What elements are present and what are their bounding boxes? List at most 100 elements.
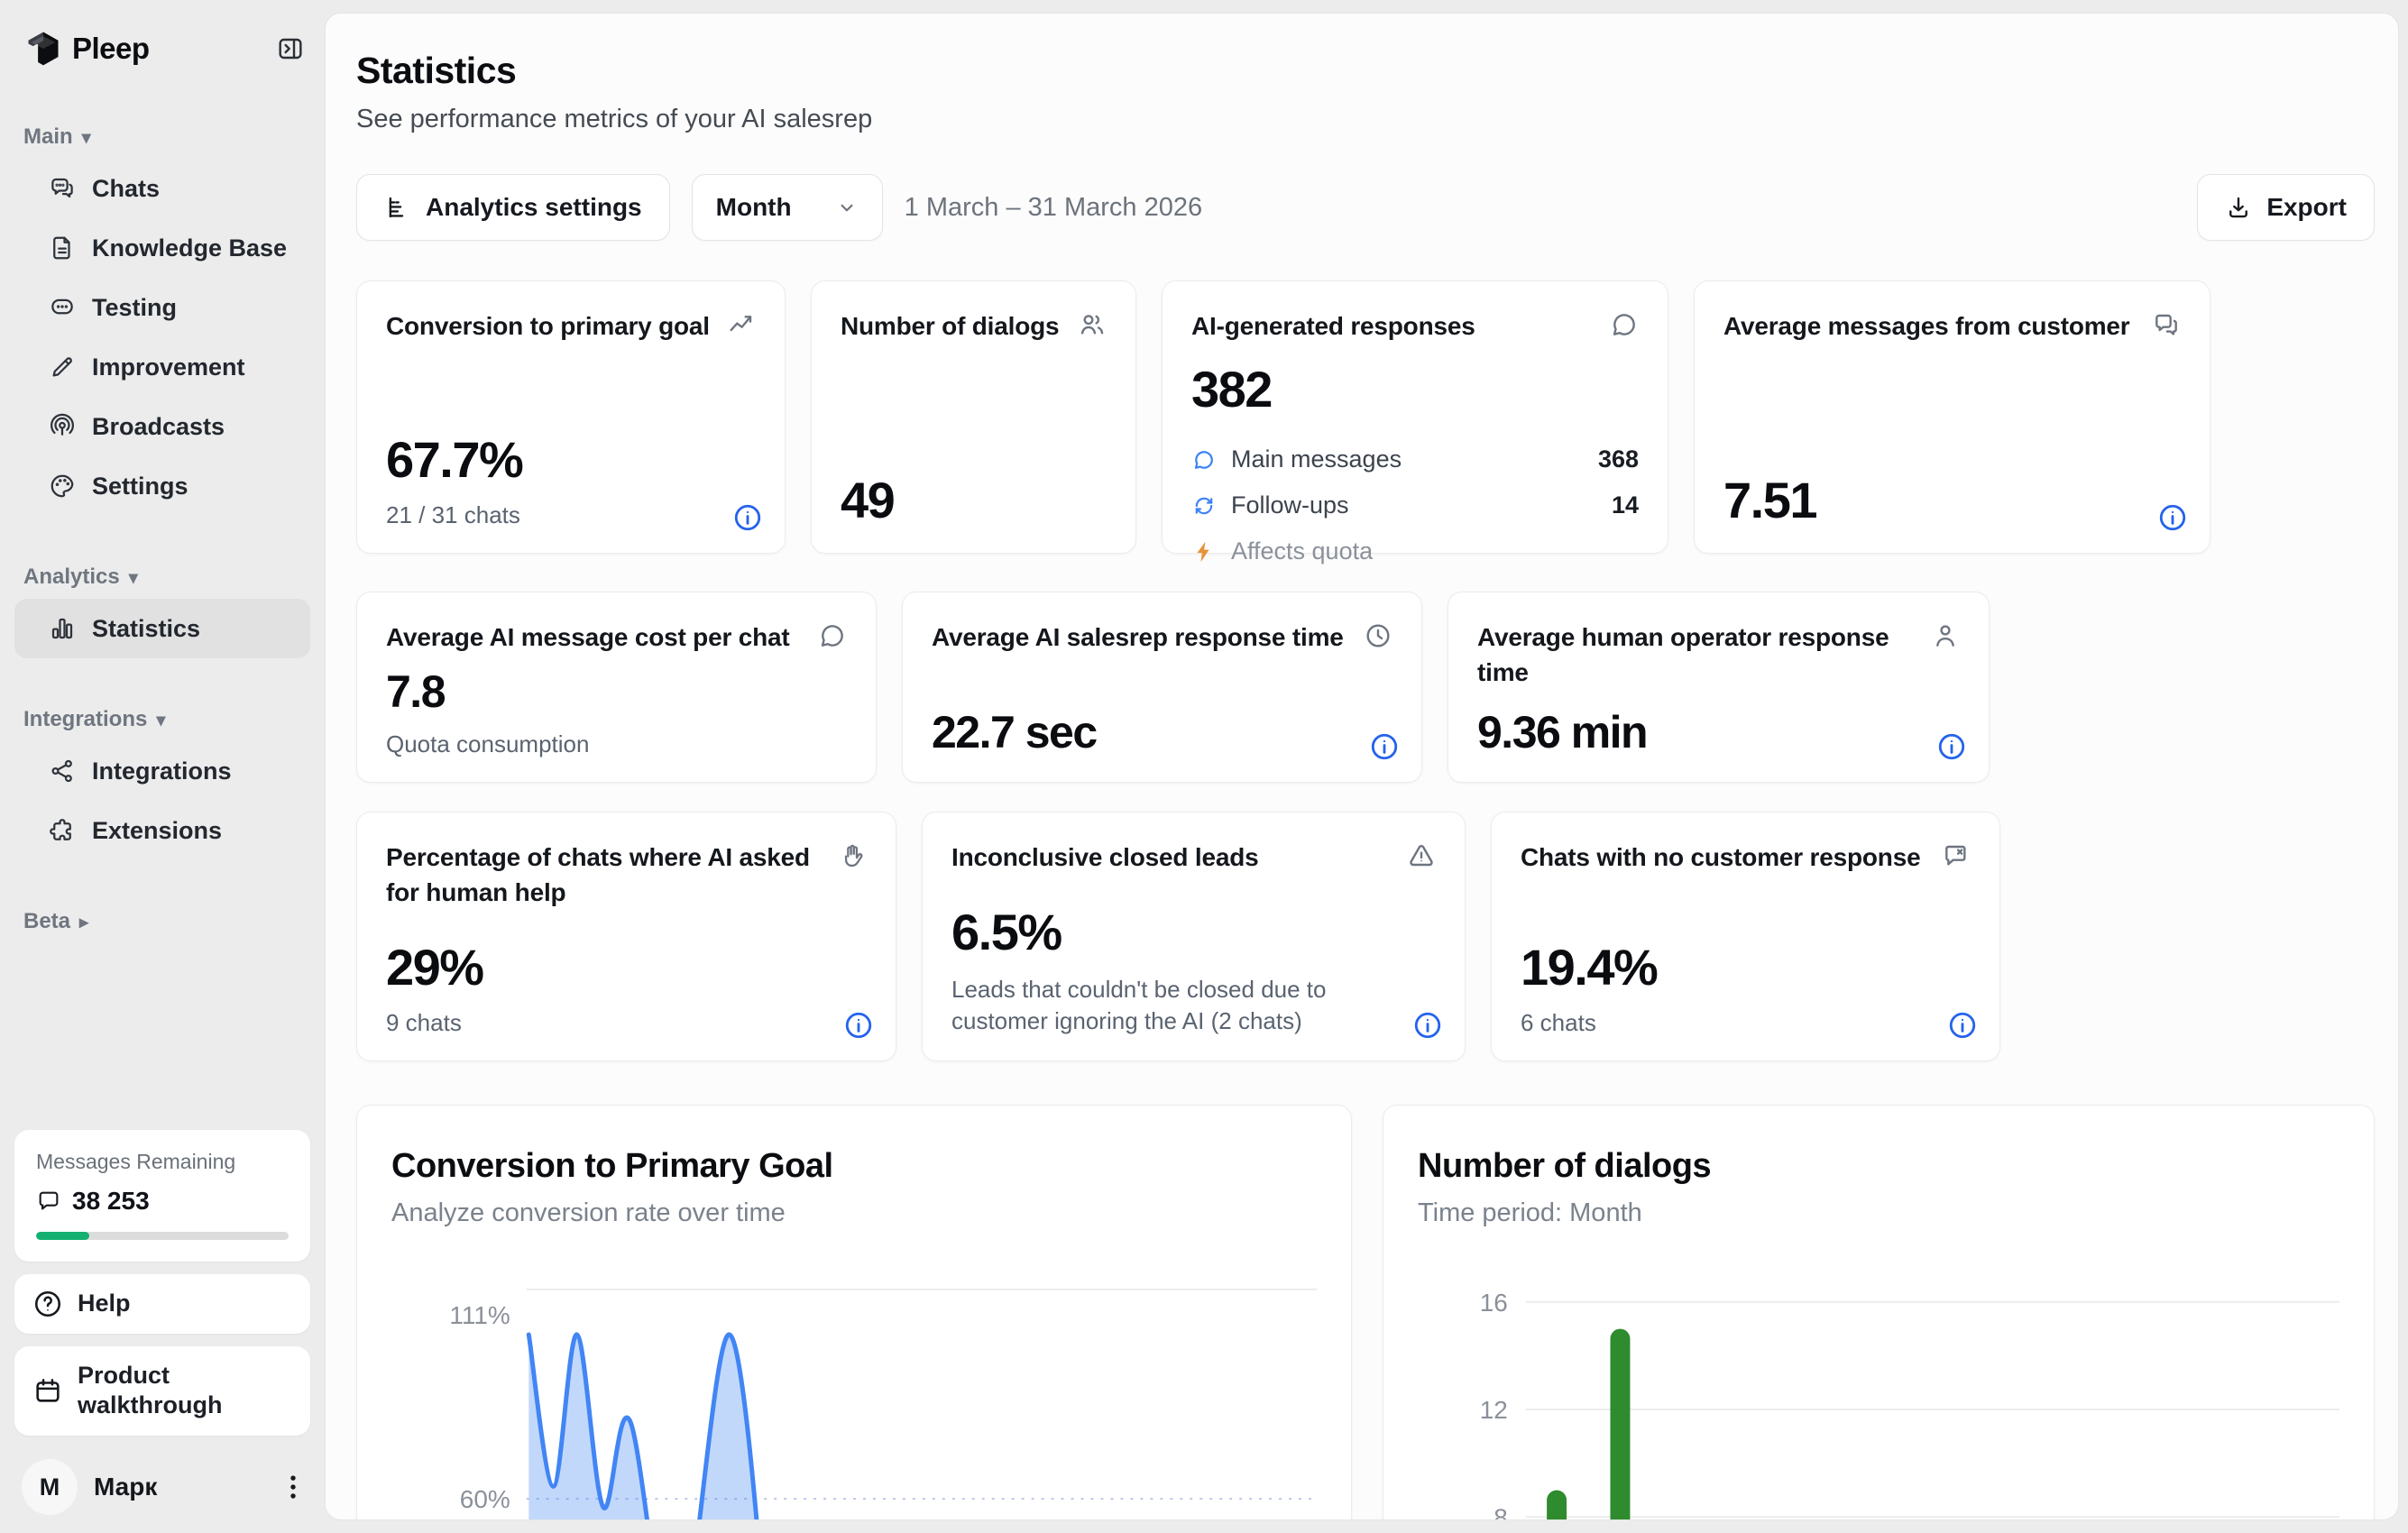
analytics-settings-label: Analytics settings [426,193,642,222]
card-value: 382 [1191,360,1639,418]
sidebar-item-settings[interactable]: Settings [14,456,310,516]
sidebar-item-label: Improvement [92,353,245,381]
refresh-icon [1191,493,1217,519]
trending-up-icon [727,310,756,339]
sidebar-collapse-icon[interactable] [276,34,305,63]
info-icon[interactable] [1412,1010,1443,1041]
section-beta[interactable]: Beta ▸ [23,909,310,934]
page-subtitle: See performance metrics of your AI sales… [356,105,2375,134]
speech-bubble-icon [49,294,76,321]
card-title: AI-generated responses [1191,308,1475,344]
sidebar-item-integrations[interactable]: Integrations [14,741,310,801]
card-subtext: Quota consumption [386,730,847,758]
svg-text:60%: 60% [460,1485,510,1513]
sidebar-item-extensions[interactable]: Extensions [14,801,310,860]
user-name: Марк [94,1473,157,1501]
calendar-icon [32,1375,63,1406]
page-title: Statistics [356,50,2375,92]
product-walkthrough-button[interactable]: Product walkthrough [14,1346,310,1437]
card-subtext: Leads that couldn't be closed due to cus… [951,974,1407,1037]
logo-row: Pleep [14,25,310,69]
info-icon[interactable] [2157,502,2188,533]
card-title: Average AI salesrep response time [932,620,1344,655]
card-number-of-dialogs: Number of dialogs 49 [811,280,1136,554]
card-ai-generated-responses: AI-generated responses 382 Main messages… [1162,280,1668,554]
card-title: Percentage of chats where AI asked for h… [386,840,819,910]
conversion-chart-card: Conversion to Primary Goal Analyze conve… [356,1105,1352,1520]
analytics-settings-button[interactable]: Analytics settings [356,174,670,241]
card-average-ai-message-cost: Average AI message cost per chat 7.8 Quo… [356,592,877,783]
card-title: Average AI message cost per chat [386,620,790,655]
info-icon[interactable] [1936,731,1967,762]
section-label-text: Integrations [23,707,147,732]
info-icon[interactable] [1369,731,1400,762]
list-item-value: 368 [1598,445,1639,473]
section-integrations[interactable]: Integrations ▾ [23,707,310,732]
document-icon [49,234,76,262]
kebab-menu-icon[interactable] [280,1466,307,1508]
chevron-down-icon: ▾ [82,126,91,149]
sidebar-item-knowledge-base[interactable]: Knowledge Base [14,218,310,278]
sidebar-item-chats[interactable]: Chats [14,159,310,218]
product-walkthrough-label: Product walkthrough [78,1361,292,1422]
list-item-label: Main messages [1231,445,1402,473]
card-title: Average messages from customer [1723,308,2130,344]
svg-text:111%: 111% [449,1301,510,1329]
card-ai-response-time: Average AI salesrep response time 22.7 s… [902,592,1422,783]
chats-icon [49,175,76,202]
help-button[interactable]: Help [14,1274,310,1334]
card-title: Conversion to primary goal [386,308,710,344]
sidebar-item-testing[interactable]: Testing [14,278,310,337]
conversion-area-chart[interactable]: 111% 60% [391,1275,1317,1520]
help-circle-icon [32,1289,63,1319]
list-item: Main messages 368 [1191,445,1639,473]
card-value: 9.36 min [1477,706,1960,758]
card-no-customer-response: Chats with no customer response 19.4% 6 … [1491,812,2000,1061]
card-average-messages-from-customer: Average messages from customer 7.51 [1694,280,2210,554]
sidebar-item-broadcasts[interactable]: Broadcasts [14,397,310,456]
sidebar-item-label: Knowledge Base [92,234,287,262]
lightning-icon [1191,539,1217,565]
card-title: Number of dialogs [841,308,1059,344]
chevron-down-icon [835,196,859,219]
card-value: 29% [386,938,867,996]
sidebar-item-improvement[interactable]: Improvement [14,337,310,397]
info-icon[interactable] [732,502,763,533]
controls-row: Analytics settings Month 1 March – 31 Ma… [356,174,2375,241]
broadcast-icon [49,413,76,440]
messages-double-icon [2152,310,2181,339]
list-item-label: Follow-ups [1231,491,1349,519]
users-icon [1078,310,1107,339]
sidebar-item-label: Testing [92,294,177,322]
export-button[interactable]: Export [2197,174,2375,241]
message-icon [1191,447,1217,473]
card-title: Chats with no customer response [1521,840,1920,875]
section-main[interactable]: Main ▾ [23,124,310,150]
charts-row: Conversion to Primary Goal Analyze conve… [356,1105,2375,1520]
messages-progress-bar [36,1232,289,1240]
chevron-right-icon: ▸ [79,911,88,933]
svg-text:16: 16 [1480,1289,1508,1317]
dialogs-bar-chart[interactable]: 16128 [1418,1275,2339,1520]
info-icon[interactable] [843,1010,874,1041]
svg-text:12: 12 [1480,1396,1508,1424]
stat-cards-row-1: Conversion to primary goal 67.7% 21 / 31… [356,280,2375,554]
sidebar-item-label: Extensions [92,817,222,845]
card-conversion-to-primary-goal: Conversion to primary goal 67.7% 21 / 31… [356,280,786,554]
sidebar: Pleep Main ▾ Chats Knowledge Base Testin… [0,0,325,1533]
section-analytics[interactable]: Analytics ▾ [23,565,310,590]
message-icon [36,1189,61,1214]
stat-cards-row-2: Average AI message cost per chat 7.8 Quo… [356,592,2375,783]
clock-icon [1364,621,1392,650]
section-label-text: Main [23,124,73,150]
section-label-text: Analytics [23,565,120,590]
info-icon[interactable] [1947,1010,1978,1041]
card-inconclusive-closed-leads: Inconclusive closed leads 6.5% Leads tha… [922,812,1466,1061]
period-select[interactable]: Month [692,174,883,241]
chart-settings-icon [384,194,411,221]
card-value: 7.8 [386,666,847,718]
chart-title: Conversion to Primary Goal [391,1147,1317,1186]
sidebar-item-statistics[interactable]: Statistics [14,599,310,658]
list-item-value: 14 [1612,491,1639,519]
user-row[interactable]: M Марк [14,1454,310,1519]
